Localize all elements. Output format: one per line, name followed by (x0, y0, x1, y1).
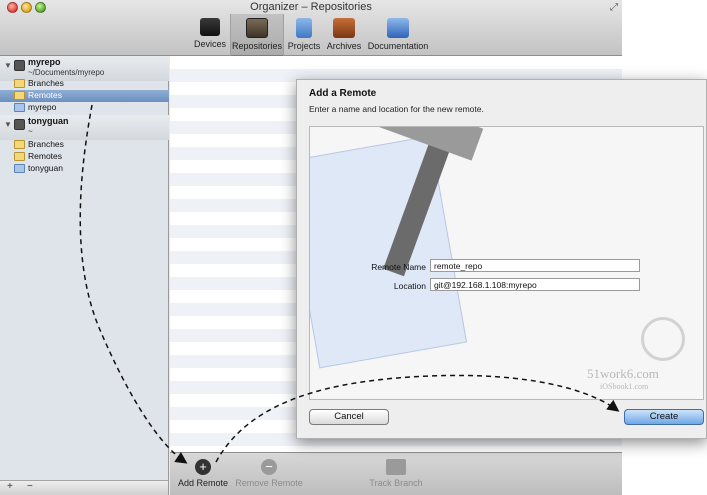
sidebar-item-remotes[interactable]: Remotes (0, 151, 169, 163)
sidebar-bottom-bar: + − (0, 480, 169, 495)
folder-icon (14, 152, 25, 161)
devices-icon (200, 18, 220, 36)
sheet-form-panel: Remote Name Location (309, 126, 704, 400)
folder-icon (14, 140, 25, 149)
toolbar-documentation[interactable]: Documentation (366, 18, 430, 51)
title-bar: Organizer – Repositories ⤢ Devices Repos… (0, 0, 622, 56)
sidebar-item-label: tonyguan (28, 163, 63, 173)
fullscreen-icon[interactable]: ⤢ (610, 2, 618, 13)
track-branch-button[interactable]: Track Branch (366, 459, 426, 488)
remote-name-label: Remote Name (371, 262, 426, 272)
sidebar-add-button[interactable]: + (7, 481, 13, 492)
repository-icon (14, 60, 25, 71)
sidebar-item-remote-tonyguan[interactable]: tonyguan (0, 163, 169, 175)
folder-icon (14, 79, 25, 88)
repo-path: ~ (28, 127, 33, 136)
sidebar-remove-button[interactable]: − (27, 481, 33, 492)
toolbar-archives-label: Archives (326, 41, 362, 51)
location-label: Location (393, 281, 426, 291)
remove-remote-button[interactable]: − Remove Remote (234, 459, 304, 488)
sidebar-item-label: Branches (28, 78, 64, 88)
sidebar-item-label: Remotes (28, 90, 63, 100)
toolbar-devices-label: Devices (193, 39, 226, 49)
sidebar-item-label: myrepo (28, 102, 57, 112)
hammer-illustration (368, 127, 484, 277)
toolbar-projects[interactable]: Projects (287, 18, 321, 51)
minus-circle-icon: − (261, 459, 277, 475)
toolbar-documentation-label: Documentation (367, 41, 429, 51)
folder-icon (14, 91, 25, 100)
remotes-action-bar: + Add Remote − Remove Remote Track Branc… (170, 452, 622, 495)
disclosure-triangle-icon[interactable]: ▼ (4, 120, 12, 129)
sidebar-item-label: Branches (28, 139, 64, 149)
sidebar-item-remote-myrepo[interactable]: myrepo (0, 102, 169, 114)
sheet-title: Add a Remote (309, 88, 377, 99)
archives-icon (333, 18, 355, 38)
watermark-text-2: iOSbook1.com (600, 382, 649, 391)
remote-name-input[interactable] (430, 259, 640, 272)
window-title: Organizer – Repositories (250, 1, 372, 13)
repo-name: tonyguan (28, 116, 69, 126)
toolbar-projects-label: Projects (287, 41, 321, 51)
location-input[interactable] (430, 278, 640, 291)
add-remote-sheet: Add a Remote Enter a name and location f… (296, 79, 707, 439)
disclosure-triangle-icon[interactable]: ▼ (4, 61, 12, 70)
sidebar-item-remotes[interactable]: Remotes (0, 90, 169, 102)
sheet-subtitle: Enter a name and location for the new re… (309, 104, 484, 114)
watermark-text-1: 51work6.com (587, 366, 659, 381)
create-button[interactable]: Create (624, 409, 704, 425)
add-remote-button[interactable]: + Add Remote (176, 459, 230, 488)
toolbar-devices[interactable]: Devices (192, 18, 228, 49)
repo-path: ~/Documents/myrepo (28, 68, 105, 77)
projects-icon (296, 18, 312, 38)
documentation-icon (387, 18, 409, 38)
repository-icon (14, 119, 25, 130)
remove-remote-label: Remove Remote (235, 478, 303, 488)
repo-name: myrepo (28, 57, 61, 67)
cancel-button[interactable]: Cancel (309, 409, 389, 425)
repo-header-tonyguan[interactable]: ▼ tonyguan ~ (0, 115, 169, 140)
sidebar-item-branches[interactable]: Branches (0, 139, 169, 151)
remote-icon (14, 164, 25, 173)
repository-sidebar: ▼ myrepo ~/Documents/myrepo Branches Rem… (0, 56, 169, 480)
toolbar-repositories[interactable]: Repositories (230, 14, 284, 56)
repositories-icon (246, 18, 268, 38)
sidebar-item-branches[interactable]: Branches (0, 78, 169, 90)
track-branch-label: Track Branch (369, 478, 423, 488)
add-remote-label: Add Remote (177, 478, 229, 488)
track-branch-icon (386, 459, 406, 475)
plus-circle-icon: + (195, 459, 211, 475)
remote-icon (14, 103, 25, 112)
sidebar-item-label: Remotes (28, 151, 63, 161)
toolbar-archives[interactable]: Archives (325, 18, 363, 51)
watermark-logo-icon (641, 317, 685, 361)
toolbar-repositories-label: Repositories (231, 41, 283, 51)
